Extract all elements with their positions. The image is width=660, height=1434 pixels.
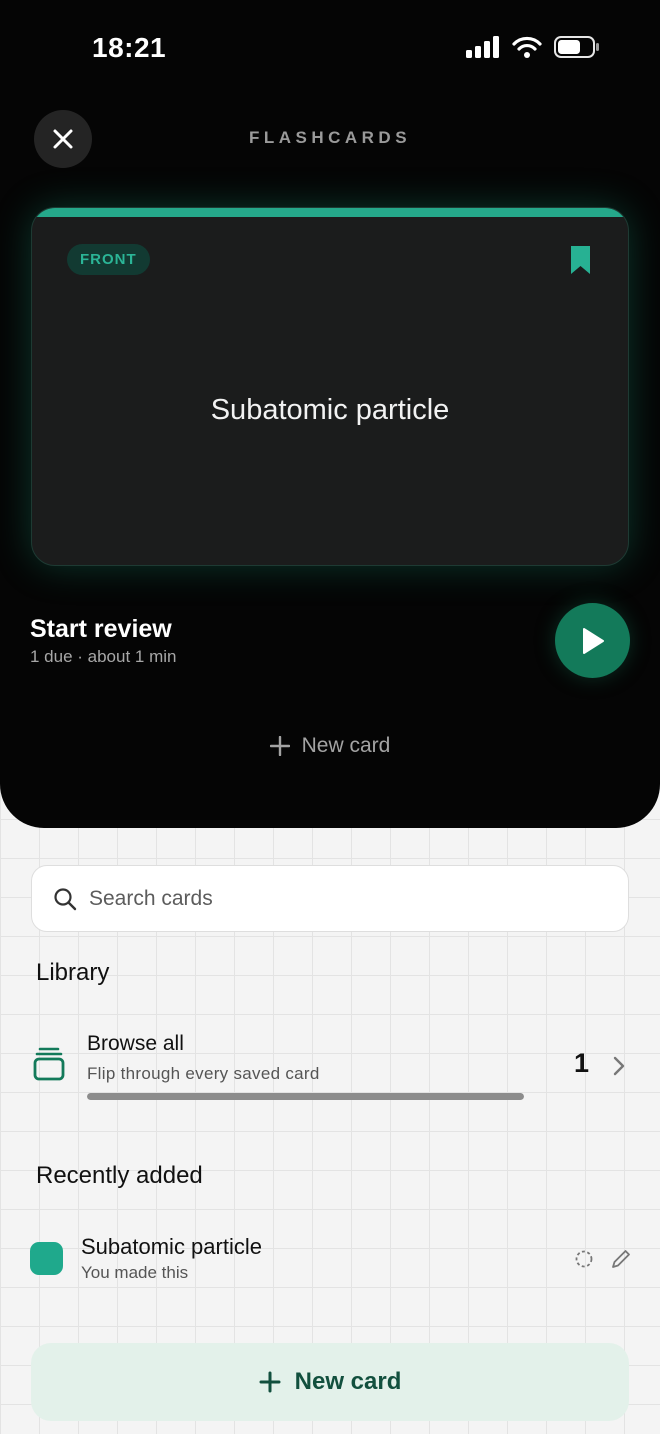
card-color-swatch bbox=[30, 1242, 63, 1275]
list-item[interactable]: Subatomic particle You made this bbox=[0, 1230, 660, 1290]
top-panel: 18:21 FLASHCARDS FRONT Subatomic particl… bbox=[0, 0, 660, 828]
new-card-link[interactable]: New card bbox=[0, 734, 660, 758]
browse-all-count: 1 bbox=[574, 1048, 590, 1078]
front-badge: FRONT bbox=[67, 244, 150, 275]
page-title: FLASHCARDS bbox=[248, 128, 412, 147]
battery-icon bbox=[554, 36, 599, 58]
new-card-link-label: New card bbox=[301, 734, 391, 757]
card-stack-icon bbox=[33, 1047, 65, 1081]
search-box[interactable] bbox=[31, 865, 629, 932]
new-card-button-label: New card bbox=[294, 1368, 402, 1395]
recent-item-subtitle: You made this bbox=[81, 1263, 189, 1282]
review-title: Start review bbox=[30, 615, 172, 643]
dashed-circle-icon[interactable] bbox=[574, 1249, 594, 1269]
card-term: Subatomic particle bbox=[210, 394, 450, 426]
status-icons bbox=[466, 36, 600, 58]
browse-all-row[interactable]: Browse all Flip through every saved card… bbox=[0, 1020, 660, 1110]
play-icon bbox=[582, 627, 604, 654]
status-bar: 18:21 bbox=[0, 0, 660, 96]
pencil-icon[interactable] bbox=[610, 1248, 632, 1270]
plus-icon bbox=[259, 1371, 281, 1393]
start-review-button[interactable] bbox=[555, 603, 630, 678]
status-time: 18:21 bbox=[92, 32, 167, 63]
card-accent-bar bbox=[32, 208, 628, 217]
search-input[interactable] bbox=[89, 886, 569, 911]
flashcard[interactable]: FRONT Subatomic particle bbox=[31, 207, 629, 566]
plus-icon bbox=[269, 736, 290, 756]
search-icon bbox=[54, 887, 77, 910]
review-subtitle: 1 due · about 1 min bbox=[30, 647, 177, 666]
browse-progress-fill bbox=[87, 1093, 524, 1100]
cellular-signal-icon bbox=[466, 36, 499, 58]
wifi-icon bbox=[512, 36, 542, 58]
recent-item-title: Subatomic particle bbox=[81, 1234, 262, 1259]
bookmark-icon[interactable] bbox=[571, 246, 590, 274]
library-heading: Library bbox=[36, 959, 110, 986]
browse-progress-bar bbox=[87, 1093, 524, 1100]
browse-all-subtitle: Flip through every saved card bbox=[87, 1064, 320, 1083]
browse-all-title: Browse all bbox=[87, 1032, 184, 1055]
new-card-button[interactable]: New card bbox=[31, 1343, 629, 1421]
recently-added-heading: Recently added bbox=[36, 1162, 203, 1189]
chevron-right-icon bbox=[613, 1056, 625, 1076]
